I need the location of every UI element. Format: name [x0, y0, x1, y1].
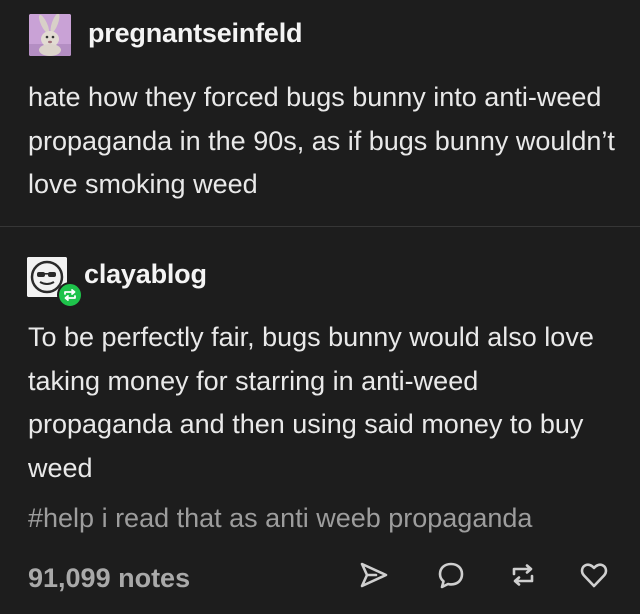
post-body-text: hate how they forced bugs bunny into ant… [28, 82, 615, 199]
post-username[interactable]: pregnantseinfeld [88, 18, 303, 49]
notes-count[interactable]: 91,099 notes [28, 563, 190, 594]
share-button[interactable] [359, 560, 389, 590]
avatar[interactable] [29, 14, 71, 56]
post-original: pregnantseinfeld hate how they forced bu… [0, 0, 640, 226]
post-reblog: clayablog To be perfectly fair, bugs bun… [0, 227, 640, 614]
share-icon [360, 562, 388, 588]
post-tags[interactable]: #help i read that as anti weeb propagand… [28, 503, 532, 534]
reblog-button[interactable] [508, 560, 538, 590]
reblog-badge-icon [57, 282, 83, 308]
like-button[interactable] [579, 560, 609, 590]
reblog-icon [512, 564, 534, 586]
post-body-text: To be perfectly fair, bugs bunny would a… [28, 322, 594, 483]
reply-button[interactable] [436, 560, 466, 590]
reply-icon [438, 562, 464, 589]
like-heart-icon [580, 563, 608, 588]
bunny-avatar-icon [29, 14, 71, 56]
post-username[interactable]: clayablog [84, 259, 207, 290]
